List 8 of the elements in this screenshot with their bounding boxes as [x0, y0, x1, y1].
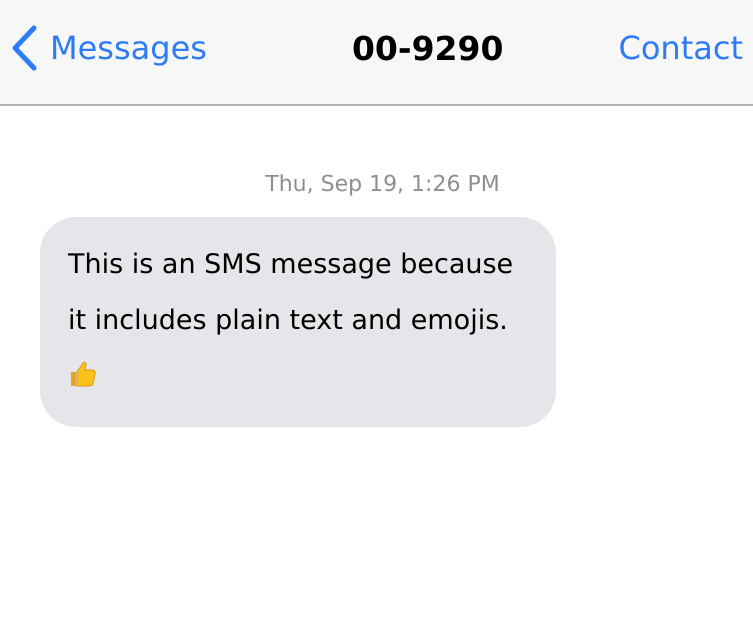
thumbs-up-icon — [68, 359, 98, 389]
contact-title: 00-9290 — [352, 28, 504, 68]
chevron-left-icon — [10, 25, 38, 71]
back-label: Messages — [50, 29, 207, 67]
back-button[interactable]: Messages — [10, 25, 207, 71]
contact-button[interactable]: Contact — [618, 29, 743, 67]
message-text: This is an SMS message because it includes plain text and emojis. — [68, 249, 514, 336]
timestamp: Thu, Sep 19, 1:26 PM — [264, 172, 501, 197]
